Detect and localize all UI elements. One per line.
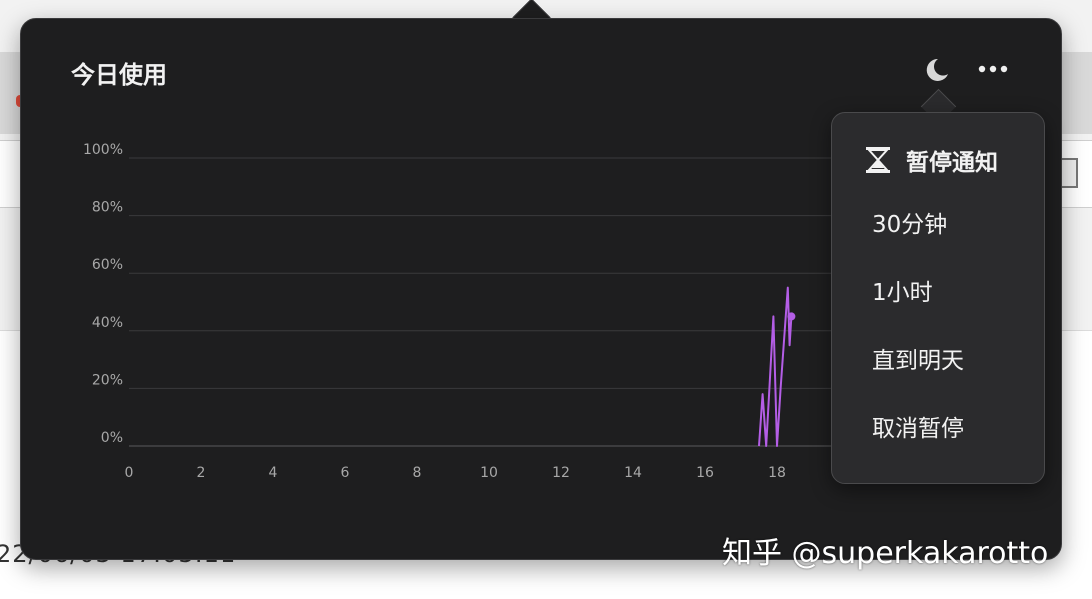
x-tick-label: 0 (125, 465, 134, 481)
watermark: 知乎 @superkakarotto (722, 536, 1049, 571)
y-tick-label: 40% (92, 315, 123, 331)
usage-line (758, 286, 793, 447)
menu-item-30min[interactable]: 30分钟 (872, 205, 947, 239)
y-tick-label: 60% (92, 257, 123, 273)
menu-header-label: 暂停通知 (906, 150, 998, 176)
x-tick-label: 6 (341, 465, 350, 481)
x-tick-label: 12 (552, 465, 570, 481)
hourglass-icon (866, 147, 890, 173)
pause-notifications-menu: 暂停通知 30分钟 1小时 直到明天 取消暂停 (831, 112, 1045, 484)
x-tick-label: 16 (696, 465, 714, 481)
y-tick-label: 20% (92, 372, 123, 388)
menu-item-until-tomorrow[interactable]: 直到明天 (872, 341, 964, 375)
x-tick-label: 10 (480, 465, 498, 481)
x-tick-label: 8 (413, 465, 422, 481)
y-tick-label: 80% (92, 200, 123, 216)
x-tick-label: 4 (269, 465, 278, 481)
current-value-dot (787, 312, 796, 321)
menu-item-cancel-pause[interactable]: 取消暂停 (872, 409, 964, 443)
x-tick-label: 18 (768, 465, 786, 481)
y-tick-label: 0% (101, 430, 123, 446)
y-tick-label: 100% (83, 142, 123, 158)
menu-header: 暂停通知 (864, 143, 998, 177)
x-tick-label: 2 (197, 465, 206, 481)
menu-item-1hour[interactable]: 1小时 (872, 273, 933, 307)
x-tick-label: 14 (624, 465, 642, 481)
